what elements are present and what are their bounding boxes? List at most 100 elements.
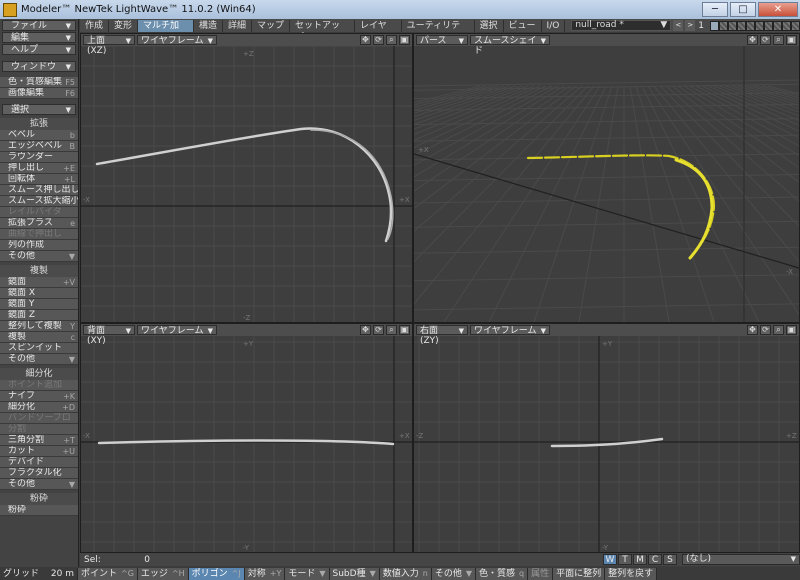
viewport-back[interactable]: 背面 (XY) ▼ ワイヤフレーム ▼ ✥ ⟳ ⌕ ▣ +Y -X +X -Y	[80, 323, 413, 553]
bottom-tool-button[interactable]: 対称 +Y	[244, 567, 286, 580]
sidebar-tool-item[interactable]: その他 ▼	[0, 479, 78, 490]
sidebar-tool-item[interactable]: その他 ▼	[0, 251, 78, 262]
tab-マップ[interactable]: マップ	[252, 19, 290, 32]
zoom-icon[interactable]: ⌕	[773, 325, 784, 335]
menu-help[interactable]: ヘルプ ▼	[2, 44, 76, 55]
sidebar-tool-item[interactable]: 鏡面 +V	[0, 277, 78, 288]
render-mode-dropdown[interactable]: スムースシェイド ▼	[470, 35, 550, 56]
bottom-tool-button[interactable]: 数値入力 n	[379, 567, 432, 580]
sidebar-tool-item[interactable]: 細分化 +D	[0, 402, 78, 413]
viewport-perspective[interactable]: パース ▼ スムースシェイド ▼ ✥ ⟳ ⌕ ▣ +X -X	[413, 33, 800, 323]
view-mode-T[interactable]: T	[618, 554, 632, 565]
render-mode-dropdown[interactable]: ワイヤフレーム ▼	[470, 325, 550, 336]
close-button[interactable]: ✕	[758, 2, 798, 17]
bottom-tool-button[interactable]: 色・質感 q	[476, 567, 529, 580]
view-type-dropdown[interactable]: 右面 (ZY) ▼	[416, 325, 468, 346]
sidebar-tool-item[interactable]: 列の作成	[0, 240, 78, 251]
zoom-icon[interactable]: ⌕	[773, 35, 784, 45]
tab-レイヤー[interactable]: レイヤー	[355, 19, 402, 43]
layer-button[interactable]	[728, 20, 737, 31]
rotate-icon[interactable]: ⟳	[373, 325, 384, 335]
layer-button[interactable]	[710, 20, 719, 31]
move-icon[interactable]: ✥	[360, 35, 371, 45]
sidebar-tool-item[interactable]: 拡張プラス e	[0, 218, 78, 229]
maximize-icon[interactable]: ▣	[399, 35, 410, 45]
tab-I/O[interactable]: I/O	[542, 19, 566, 32]
bottom-tool-button[interactable]: その他 ▼	[431, 567, 476, 580]
sidebar-tool-item[interactable]: ラウンダー	[0, 152, 78, 163]
view-type-dropdown[interactable]: パース ▼	[416, 35, 468, 46]
render-mode-dropdown[interactable]: ワイヤフレーム ▼	[137, 325, 217, 336]
viewport-top[interactable]: 上面 (XZ) ▼ ワイヤフレーム ▼ ✥ ⟳ ⌕ ▣ +Z -X +X -Z	[80, 33, 413, 323]
sidebar-tool-item[interactable]: 鏡面 X	[0, 288, 78, 299]
tab-詳細[interactable]: 詳細	[223, 19, 252, 32]
sidebar-tool-item[interactable]: カット +U	[0, 446, 78, 457]
menu-select[interactable]: 選択 ▼	[2, 104, 76, 115]
surface-selector[interactable]: (なし) ▼	[682, 554, 800, 565]
move-icon[interactable]: ✥	[747, 35, 758, 45]
sidebar-tool-item[interactable]: デバイド	[0, 457, 78, 468]
rotate-icon[interactable]: ⟳	[760, 325, 771, 335]
move-icon[interactable]: ✥	[360, 325, 371, 335]
tab-ビュー[interactable]: ビュー	[504, 19, 542, 32]
bottom-tool-button[interactable]: ポイント ^G	[78, 567, 138, 580]
layer-button[interactable]	[764, 20, 773, 31]
maximize-icon[interactable]: ▣	[786, 35, 797, 45]
render-mode-dropdown[interactable]: ワイヤフレーム ▼	[137, 35, 217, 46]
next-layer-button[interactable]: >	[685, 20, 696, 31]
minimize-button[interactable]: ─	[702, 2, 728, 17]
sidebar-tool-item[interactable]: ベベル b	[0, 130, 78, 141]
sidebar-tool-item[interactable]: エッジベベル B	[0, 141, 78, 152]
view-mode-S[interactable]: S	[663, 554, 677, 565]
bottom-tool-button[interactable]: 平面に整列	[553, 567, 606, 580]
sidebar-tool-item[interactable]: 整列して複製 Y	[0, 321, 78, 332]
view-mode-W[interactable]: W	[603, 554, 617, 565]
sidebar-tool-item[interactable]: スムース拡大縮小	[0, 196, 78, 207]
bottom-tool-button[interactable]: モード ▼	[285, 567, 330, 580]
sidebar-tool-item[interactable]: スムース押し出し+F	[0, 185, 78, 196]
zoom-icon[interactable]: ⌕	[386, 325, 397, 335]
bottom-tool-button[interactable]: エッジ ^H	[137, 567, 189, 580]
bottom-tool-button[interactable]: ポリゴン ^J	[188, 567, 245, 580]
sidebar-tool-item[interactable]: スピンイット	[0, 343, 78, 354]
layer-button[interactable]	[755, 20, 764, 31]
tab-マルチ加工[interactable]: マルチ加工	[138, 19, 194, 43]
sidebar-tool-item[interactable]: 粉砕	[0, 505, 78, 516]
rotate-icon[interactable]: ⟳	[373, 35, 384, 45]
bottom-tool-button[interactable]: SubD種 ▼	[329, 567, 380, 580]
object-selector[interactable]: null_road * ▼	[571, 20, 672, 31]
move-icon[interactable]: ✥	[747, 325, 758, 335]
layer-button[interactable]	[782, 20, 791, 31]
sidebar-tool-item[interactable]: 鏡面 Z	[0, 310, 78, 321]
menu-edit[interactable]: 編集 ▼	[2, 32, 76, 43]
view-type-dropdown[interactable]: 上面 (XZ) ▼	[83, 35, 135, 56]
layer-button[interactable]	[719, 20, 728, 31]
sidebar-tool-item[interactable]: その他 ▼	[0, 354, 78, 365]
sidebar-tool-item[interactable]: 押し出し +E	[0, 163, 78, 174]
bottom-tool-button[interactable]: 整列を戻す	[605, 567, 658, 580]
tab-構造[interactable]: 構造	[194, 19, 223, 32]
view-mode-M[interactable]: M	[633, 554, 647, 565]
tab-作成[interactable]: 作成	[80, 19, 109, 32]
tab-選択[interactable]: 選択	[475, 19, 504, 32]
prev-layer-button[interactable]: <	[673, 20, 684, 31]
tab-ユーティリティ[interactable]: ユーティリティ	[402, 19, 475, 43]
sidebar-tool-item[interactable]: フラクタル化	[0, 468, 78, 479]
surface-editor-button[interactable]: 色・質感編集 F5	[0, 77, 78, 88]
view-type-dropdown[interactable]: 背面 (XY) ▼	[83, 325, 135, 346]
viewport-right[interactable]: 右面 (ZY) ▼ ワイヤフレーム ▼ ✥ ⟳ ⌕ ▣ +Y -Z +Z -Y	[413, 323, 800, 553]
zoom-icon[interactable]: ⌕	[386, 35, 397, 45]
view-mode-C[interactable]: C	[648, 554, 662, 565]
sidebar-tool-item[interactable]: 回転体 +L	[0, 174, 78, 185]
maximize-icon[interactable]: ▣	[786, 325, 797, 335]
layer-button[interactable]	[773, 20, 782, 31]
maximize-button[interactable]: □	[730, 2, 756, 17]
maximize-icon[interactable]: ▣	[399, 325, 410, 335]
image-editor-button[interactable]: 画像編集 F6	[0, 88, 78, 99]
tab-変形[interactable]: 変形	[109, 19, 138, 32]
menu-window[interactable]: ウィンドウ ▼	[2, 61, 76, 72]
sidebar-tool-item[interactable]: 複製 c	[0, 332, 78, 343]
rotate-icon[interactable]: ⟳	[760, 35, 771, 45]
bottom-tool-button[interactable]: 属性	[528, 567, 554, 580]
sidebar-tool-item[interactable]: 三角分割 +T	[0, 435, 78, 446]
